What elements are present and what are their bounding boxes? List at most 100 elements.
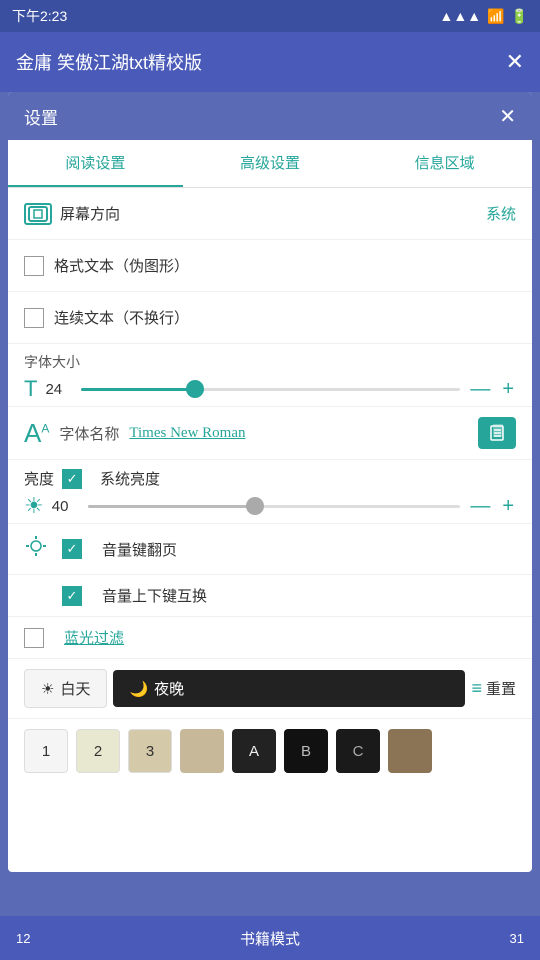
theme-7-label: C <box>353 743 364 760</box>
status-icons: ▲▲▲ 📶 🔋 <box>440 8 528 25</box>
vol-svg <box>24 534 48 558</box>
day-mode-label: 白天 <box>60 678 90 699</box>
continuous-text-row: 连续文本（不换行） <box>8 292 532 344</box>
font-size-fill <box>81 388 195 391</box>
brightness-increase[interactable]: + <box>500 495 516 518</box>
status-time: 下午2:23 <box>12 6 67 26</box>
theme-6[interactable]: B <box>284 729 328 773</box>
signal-icon: ▲▲▲ <box>440 8 482 24</box>
font-size-thumb[interactable] <box>186 380 204 398</box>
volume-icon <box>24 534 48 564</box>
bottom-right-num: 31 <box>484 931 524 946</box>
font-size-decrease[interactable]: — <box>468 378 492 401</box>
settings-title: 设置 <box>24 104 58 129</box>
font-size-section-label: 字体大小 <box>24 352 516 372</box>
reset-label: 重置 <box>486 678 516 699</box>
font-size-value: 24 <box>45 381 73 398</box>
day-night-row: ☀ 白天 🌙 夜晚 ≡ 重置 <box>8 659 532 719</box>
orient-svg <box>28 206 48 222</box>
screen-orient-icon <box>24 203 52 225</box>
theme-6-label: B <box>301 743 311 760</box>
continuous-text-label: 连续文本（不换行） <box>54 307 516 328</box>
volume-page-row: 音量键翻页 <box>8 524 532 575</box>
book-title: 金庸 笑傲江湖txt精校版 <box>16 49 202 75</box>
day-sun-icon: ☀ <box>41 680 54 698</box>
brightness-system-checkbox[interactable] <box>62 469 82 489</box>
theme-4[interactable] <box>180 729 224 773</box>
theme-2[interactable]: 2 <box>76 729 120 773</box>
format-text-checkbox[interactable] <box>24 256 44 276</box>
brightness-section: 亮度 系统亮度 ☀ 40 — + <box>8 460 532 524</box>
theme-8[interactable] <box>388 729 432 773</box>
tab-advanced-settings[interactable]: 高级设置 <box>183 140 358 187</box>
night-mode-button[interactable]: 🌙 夜晚 <box>113 670 465 707</box>
orient-label: 屏幕方向 <box>60 203 486 224</box>
font-size-slider[interactable] <box>81 377 460 401</box>
day-mode-button[interactable]: ☀ 白天 <box>24 669 107 708</box>
brightness-value: 40 <box>52 498 80 515</box>
brightness-decrease[interactable]: — <box>468 495 492 518</box>
brightness-top-row: 亮度 系统亮度 <box>24 468 516 489</box>
settings-close-button[interactable]: ✕ <box>499 104 516 129</box>
font-name-icon: AA <box>24 418 49 449</box>
font-size-section: 字体大小 T 24 — + <box>8 344 532 407</box>
font-size-track <box>81 388 460 391</box>
font-size-increase[interactable]: + <box>500 378 516 401</box>
font-name-section-label: 字体名称 <box>59 423 119 444</box>
theme-2-label: 2 <box>94 743 102 760</box>
brightness-system-label: 系统亮度 <box>100 468 160 489</box>
brightness-fill <box>88 505 256 508</box>
orient-value[interactable]: 系统 <box>486 203 516 224</box>
tab-read-settings[interactable]: 阅读设置 <box>8 140 183 187</box>
theme-5[interactable]: A <box>232 729 276 773</box>
theme-3[interactable]: 3 <box>128 729 172 773</box>
brightness-label: 亮度 <box>24 468 54 489</box>
bottom-left-num: 12 <box>16 931 56 946</box>
format-text-label: 格式文本（伪图形） <box>54 255 516 276</box>
font-name-row: AA 字体名称 Times New Roman <box>8 407 532 460</box>
night-moon-icon: 🌙 <box>129 680 148 698</box>
theme-1-label: 1 <box>42 743 50 760</box>
settings-content: 屏幕方向 系统 格式文本（伪图形） 连续文本（不换行） 字体大小 T 24 <box>8 188 532 783</box>
theme-3-label: 3 <box>146 743 154 760</box>
copy-icon <box>488 423 506 443</box>
battery-icon: 🔋 <box>511 8 528 25</box>
bottom-bar: 12 书籍模式 31 <box>0 916 540 960</box>
settings-header: 设置 ✕ <box>8 92 532 140</box>
status-bar: 下午2:23 ▲▲▲ 📶 🔋 <box>0 0 540 32</box>
tab-bar: 阅读设置 高级设置 信息区域 <box>8 140 532 188</box>
wifi-icon: 📶 <box>487 8 504 25</box>
tab-info-area[interactable]: 信息区域 <box>357 140 532 187</box>
font-size-row: T 24 — + <box>24 376 516 402</box>
reset-icon: ≡ <box>471 678 482 699</box>
font-name-value[interactable]: Times New Roman <box>129 425 468 442</box>
title-close-button[interactable]: ✕ <box>506 49 524 75</box>
theme-row: 1 2 3 A B C <box>8 719 532 783</box>
volume-page-label: 音量键翻页 <box>102 539 177 560</box>
continuous-text-checkbox[interactable] <box>24 308 44 328</box>
title-bar: 金庸 笑傲江湖txt精校版 ✕ <box>0 32 540 92</box>
format-text-row: 格式文本（伪图形） <box>8 240 532 292</box>
night-mode-label: 夜晚 <box>154 678 184 699</box>
font-copy-button[interactable] <box>478 417 516 449</box>
volume-swap-row: 音量上下键互换 <box>8 575 532 617</box>
settings-panel: 设置 ✕ 阅读设置 高级设置 信息区域 屏幕方向 系统 <box>8 92 532 872</box>
brightness-icon: ☀ <box>24 493 44 519</box>
brightness-slider[interactable] <box>88 494 461 518</box>
volume-page-checkbox[interactable] <box>62 539 82 559</box>
blue-light-checkbox[interactable] <box>24 628 44 648</box>
screen-orientation-row: 屏幕方向 系统 <box>8 188 532 240</box>
font-size-icon: T <box>24 376 37 402</box>
brightness-track <box>88 505 461 508</box>
theme-1[interactable]: 1 <box>24 729 68 773</box>
theme-7[interactable]: C <box>336 729 380 773</box>
theme-5-label: A <box>249 743 259 760</box>
volume-swap-checkbox[interactable] <box>62 586 82 606</box>
blue-light-label[interactable]: 蓝光过滤 <box>64 627 124 648</box>
volume-swap-label: 音量上下键互换 <box>102 585 207 606</box>
bottom-center-label: 书籍模式 <box>56 928 484 949</box>
brightness-row: ☀ 40 — + <box>24 493 516 519</box>
reset-button[interactable]: ≡ 重置 <box>471 678 516 699</box>
blue-light-row: 蓝光过滤 <box>8 617 532 659</box>
brightness-thumb[interactable] <box>246 497 264 515</box>
